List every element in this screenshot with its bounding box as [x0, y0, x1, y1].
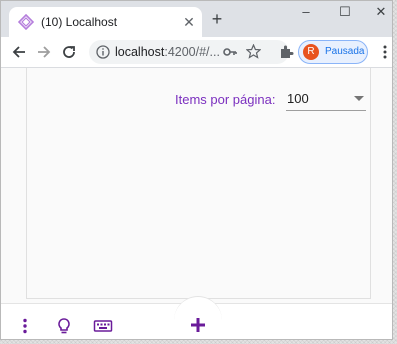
close-window-icon[interactable]: ✕	[374, 5, 388, 19]
new-tab-button[interactable]: +	[209, 10, 225, 28]
tab-title: (10) Localhost	[41, 15, 118, 29]
favicon-icon	[18, 14, 34, 30]
profile-status: Pausada	[325, 46, 365, 57]
forward-icon[interactable]	[35, 43, 53, 61]
items-per-page-select[interactable]: 100	[286, 88, 366, 111]
address-bar[interactable]: localhost:4200/#/...	[89, 40, 289, 64]
extensions-puzzle-icon[interactable]	[277, 43, 295, 61]
keyboard-icon[interactable]	[93, 317, 113, 335]
bottom-app-bar	[1, 296, 392, 339]
lightbulb-icon[interactable]	[55, 317, 73, 335]
reload-icon[interactable]	[60, 43, 78, 61]
avatar: R	[303, 44, 319, 60]
more-menu-icon[interactable]	[376, 43, 393, 61]
info-icon[interactable]	[96, 45, 110, 59]
more-vert-icon[interactable]	[16, 317, 34, 335]
browser-tab[interactable]: (10) Localhost ✕	[9, 7, 202, 37]
close-tab-icon[interactable]: ✕	[181, 14, 197, 30]
tab-strip: (10) Localhost ✕ + – ☐ ✕	[1, 1, 392, 37]
browser-toolbar: localhost:4200/#/... R Pausada	[1, 37, 392, 68]
maximize-icon[interactable]: ☐	[338, 5, 352, 19]
browser-window: (10) Localhost ✕ + – ☐ ✕ localhost:4200/…	[0, 0, 393, 340]
page-content: Items por página: 100	[1, 68, 392, 339]
dropdown-arrow-icon	[354, 96, 364, 101]
minimize-icon[interactable]: –	[299, 5, 313, 19]
url-text: localhost:4200/#/...	[115, 45, 220, 59]
content-card: Items por página: 100	[26, 68, 371, 299]
profile-button[interactable]: R Pausada	[298, 40, 368, 64]
items-per-page-label: Items por página:	[175, 92, 276, 107]
bookmark-star-icon[interactable]	[246, 44, 261, 59]
back-icon[interactable]	[10, 43, 28, 61]
add-fab-icon[interactable]	[188, 315, 208, 335]
items-per-page-value: 100	[287, 91, 309, 106]
key-icon[interactable]	[223, 45, 237, 59]
